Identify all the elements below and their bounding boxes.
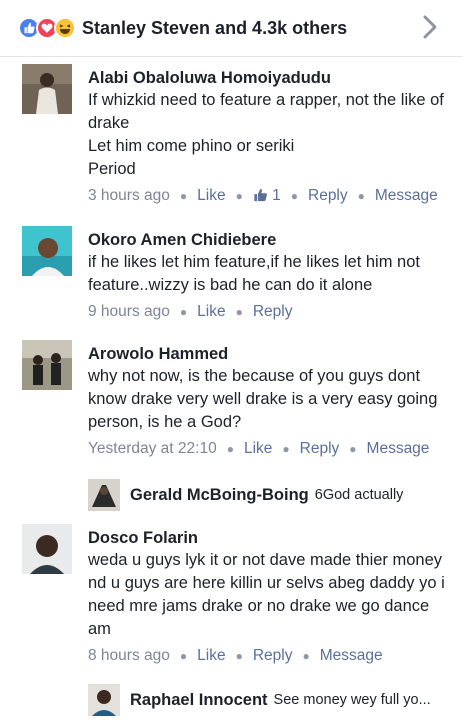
comment-meta: 9 hours ago ● Like ● Reply (88, 303, 293, 320)
reply-button[interactable]: Reply (253, 303, 293, 320)
reply-preview[interactable]: Raphael Innocent See money wey full yo..… (88, 682, 455, 718)
reply-preview[interactable]: Gerald McBoing-Boing 6God actually (88, 477, 455, 513)
comment-time[interactable]: Yesterday at 22:10 (88, 440, 217, 457)
reactions-bar[interactable]: Stanley Steven and 4.3k others (0, 0, 463, 56)
reply-button[interactable]: Reply (253, 647, 293, 664)
reply-author[interactable]: Raphael Innocent (130, 691, 268, 710)
comment-text: If whizkid need to feature a rapper, not… (88, 91, 444, 178)
comment-meta: Yesterday at 22:10 ● Like ● Reply ● Message (88, 440, 430, 457)
commenter-name[interactable]: Alabi Obaloluwa Homoiyadudu (88, 67, 451, 89)
message-button[interactable]: Message (367, 440, 430, 457)
avatar[interactable] (22, 64, 72, 114)
chevron-right-icon[interactable] (419, 13, 441, 41)
comment-time[interactable]: 8 hours ago (88, 647, 170, 664)
reply-button[interactable]: Reply (300, 440, 340, 457)
message-button[interactable]: Message (320, 647, 383, 664)
like-button[interactable]: Like (197, 647, 225, 664)
like-button[interactable]: Like (197, 303, 225, 320)
like-count[interactable]: 1 (253, 187, 281, 204)
comment-text: why not now, is the because of you guys … (88, 367, 438, 431)
reaction-icons (18, 17, 76, 39)
commenter-name[interactable]: Arowolo Hammed (88, 343, 451, 365)
like-button[interactable]: Like (244, 440, 272, 457)
comment-time[interactable]: 3 hours ago (88, 187, 170, 204)
avatar[interactable] (22, 226, 72, 276)
avatar[interactable] (22, 524, 72, 574)
comment-meta: 8 hours ago ● Like ● Reply ● Message (88, 647, 383, 664)
reply-text: See money wey full yo... (273, 692, 431, 708)
commenter-name[interactable]: Okoro Amen Chidiebere (88, 229, 451, 251)
message-button[interactable]: Message (375, 187, 438, 204)
thumbs-up-icon (254, 188, 267, 202)
commenter-name[interactable]: Dosco Folarin (88, 527, 451, 549)
avatar[interactable] (88, 479, 120, 511)
comment-text: weda u guys lyk it or not dave made thie… (88, 551, 445, 638)
reactions-summary[interactable]: Stanley Steven and 4.3k others (82, 18, 347, 39)
reply-author[interactable]: Gerald McBoing-Boing (130, 486, 309, 505)
comment-meta: 3 hours ago ● Like ● 1 ● Reply ● Message (88, 187, 438, 204)
comment-text: if he likes let him feature,if he likes … (88, 253, 420, 294)
reply-button[interactable]: Reply (308, 187, 348, 204)
haha-icon (54, 17, 76, 39)
reply-text: 6God actually (314, 487, 404, 503)
like-button[interactable]: Like (197, 187, 225, 204)
avatar[interactable] (22, 340, 72, 390)
divider (0, 56, 463, 57)
avatar[interactable] (88, 684, 120, 716)
comment-time[interactable]: 9 hours ago (88, 303, 170, 320)
